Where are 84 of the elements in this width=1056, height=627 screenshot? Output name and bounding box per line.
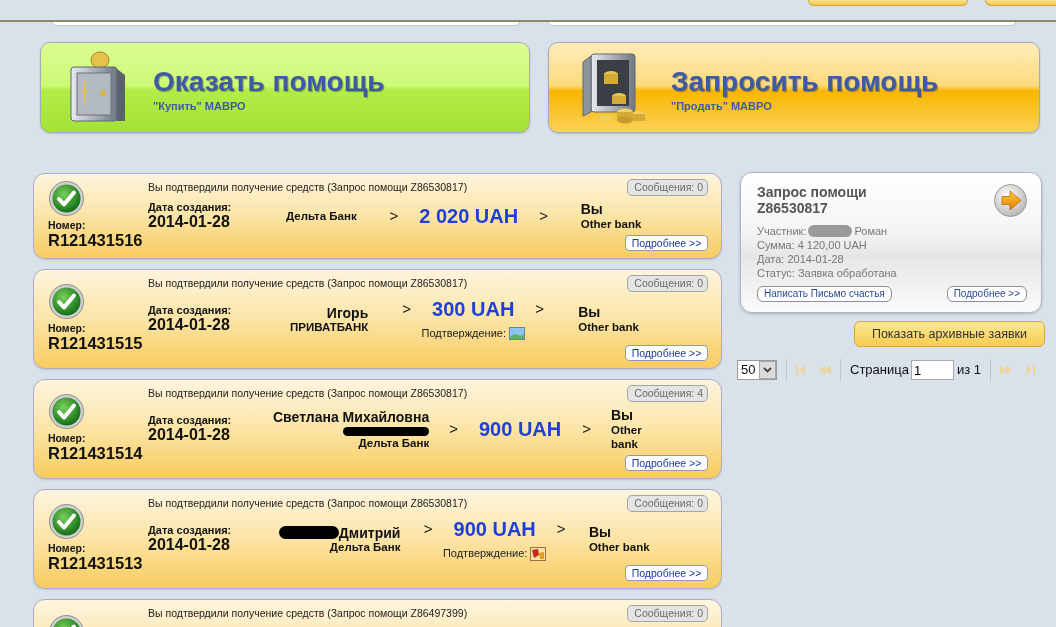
image-icon[interactable] <box>508 327 525 340</box>
write-letter-button[interactable]: Написать Письмо счастья <box>757 286 892 302</box>
amount-text: 900 UAH <box>478 417 562 441</box>
arrow-sign: > <box>423 521 433 537</box>
receiver-bank: Other bank <box>588 540 651 554</box>
sender-bank: Дельта Банк <box>328 540 401 554</box>
info-line: Дата: 2014-01-28 <box>757 252 845 266</box>
info-line: Статус: Заявка обработана <box>757 266 898 280</box>
date-value: 2014-01-28 <box>148 536 231 554</box>
date-value: 2014-01-28 <box>148 426 231 444</box>
request-title: Запрос помощи Z86530817 <box>757 184 868 216</box>
messages-button[interactable]: Сообщения: 0 <box>627 605 708 622</box>
date-label: Дата создания: <box>148 524 233 536</box>
status-text: Вы подтвердили получение средств (Запрос помощи Z86530817) <box>148 385 468 401</box>
page-input[interactable]: 1 <box>910 360 954 380</box>
sender-bank: Дельта Банк <box>357 436 430 450</box>
status-text: Вы подтвердили получение средств (Запрос помощи Z86530817) <box>148 495 468 511</box>
amount-text: 900 UAH <box>453 517 536 541</box>
show-archive-button[interactable]: Показать архивные заявки <box>854 321 1045 347</box>
document-thumbnail-icon[interactable] <box>530 546 547 561</box>
info-line: Сумма: 4 120,00 UAH <box>757 238 868 252</box>
sender-name: Светлана Михайловна <box>273 408 430 425</box>
transfer-number: R121431516 <box>48 230 144 250</box>
receiver-name: Вы <box>611 407 635 423</box>
arrow-sign: > <box>582 421 591 437</box>
receiver-name: Вы <box>588 524 612 540</box>
date-label: Дата создания: <box>148 201 233 213</box>
chevron-down-icon[interactable] <box>759 361 776 379</box>
give-help-button[interactable]: Оказать помощь "Купить" МАВРО <box>40 42 530 133</box>
status-text: Вы подтвердили получение средств (Запрос помощи Z86497399) <box>148 605 468 621</box>
participant-name: Роман <box>854 224 888 238</box>
receiver-bank: Other bank <box>580 217 643 231</box>
number-label: Номер: <box>48 218 87 231</box>
sender-name: Дмитрий <box>338 524 401 541</box>
participant-label: Участник: <box>757 224 807 238</box>
details-button[interactable]: Подробнее >> <box>625 455 708 471</box>
details-button[interactable]: Подробнее >> <box>625 345 708 361</box>
arrow-sign: > <box>449 421 458 437</box>
receiver-bank: Other bank <box>578 320 640 334</box>
arrow-sign: > <box>402 301 412 317</box>
details-button[interactable]: Подробнее >> <box>946 286 1027 302</box>
page-count-text: из 1 <box>956 361 981 380</box>
header-button[interactable] <box>985 0 1056 6</box>
header-button[interactable] <box>808 0 968 6</box>
status-text: Вы подтвердили получение средств (Запрос помощи Z86530817) <box>148 179 468 195</box>
messages-button[interactable]: Сообщения: 4 <box>627 385 708 402</box>
number-label: Номер: <box>48 541 87 554</box>
arrow-sign: > <box>389 208 399 224</box>
messages-button[interactable]: Сообщения: 0 <box>627 275 708 292</box>
date-label: Дата создания: <box>148 414 233 426</box>
receiver-name: Вы <box>580 201 604 217</box>
amount-text: 2 020 UAH <box>419 204 519 228</box>
page-size-select[interactable]: 50 <box>737 360 777 380</box>
date-value: 2014-01-28 <box>148 213 231 231</box>
transfer-number: R121431515 <box>48 333 144 353</box>
arrow-right-icon[interactable] <box>994 184 1027 217</box>
details-button[interactable]: Подробнее >> <box>625 235 708 251</box>
status-text: Вы подтвердили получение средств (Запрос помощи Z86530817) <box>148 275 468 291</box>
transfer-number: R121431513 <box>48 553 144 573</box>
check-icon <box>49 283 84 319</box>
sender-name: Игорь <box>325 304 369 321</box>
sender-bank: Дельта Банк <box>285 209 357 223</box>
number-label: Номер: <box>48 321 87 334</box>
check-icon <box>49 180 84 216</box>
messages-button[interactable]: Сообщения: 0 <box>627 495 708 512</box>
arrow-sign: > <box>535 301 545 317</box>
number-label: Номер: <box>48 431 87 444</box>
page-label: Страница <box>850 361 909 380</box>
date-value: 2014-01-28 <box>148 316 231 334</box>
confirmation-label: Подтверждение: <box>442 546 528 561</box>
receiver-bank: Other bank <box>611 423 643 451</box>
request-help-button[interactable]: Запросить помощь "Продать" МАВРО <box>548 42 1040 133</box>
receiver-name: Вы <box>578 304 602 320</box>
sender-bank: ПРИВАТБАНК <box>289 320 369 334</box>
confirmation-label: Подтверждение: <box>421 326 506 341</box>
messages-button[interactable]: Сообщения: 0 <box>627 179 708 196</box>
check-icon <box>49 393 84 429</box>
arrow-sign: > <box>556 521 566 537</box>
arrow-sign: > <box>539 208 548 224</box>
transfer-number: R121431514 <box>48 443 144 463</box>
check-icon <box>49 503 84 539</box>
amount-text: 300 UAH <box>432 297 515 321</box>
details-button[interactable]: Подробнее >> <box>625 565 708 581</box>
date-label: Дата создания: <box>148 304 233 316</box>
